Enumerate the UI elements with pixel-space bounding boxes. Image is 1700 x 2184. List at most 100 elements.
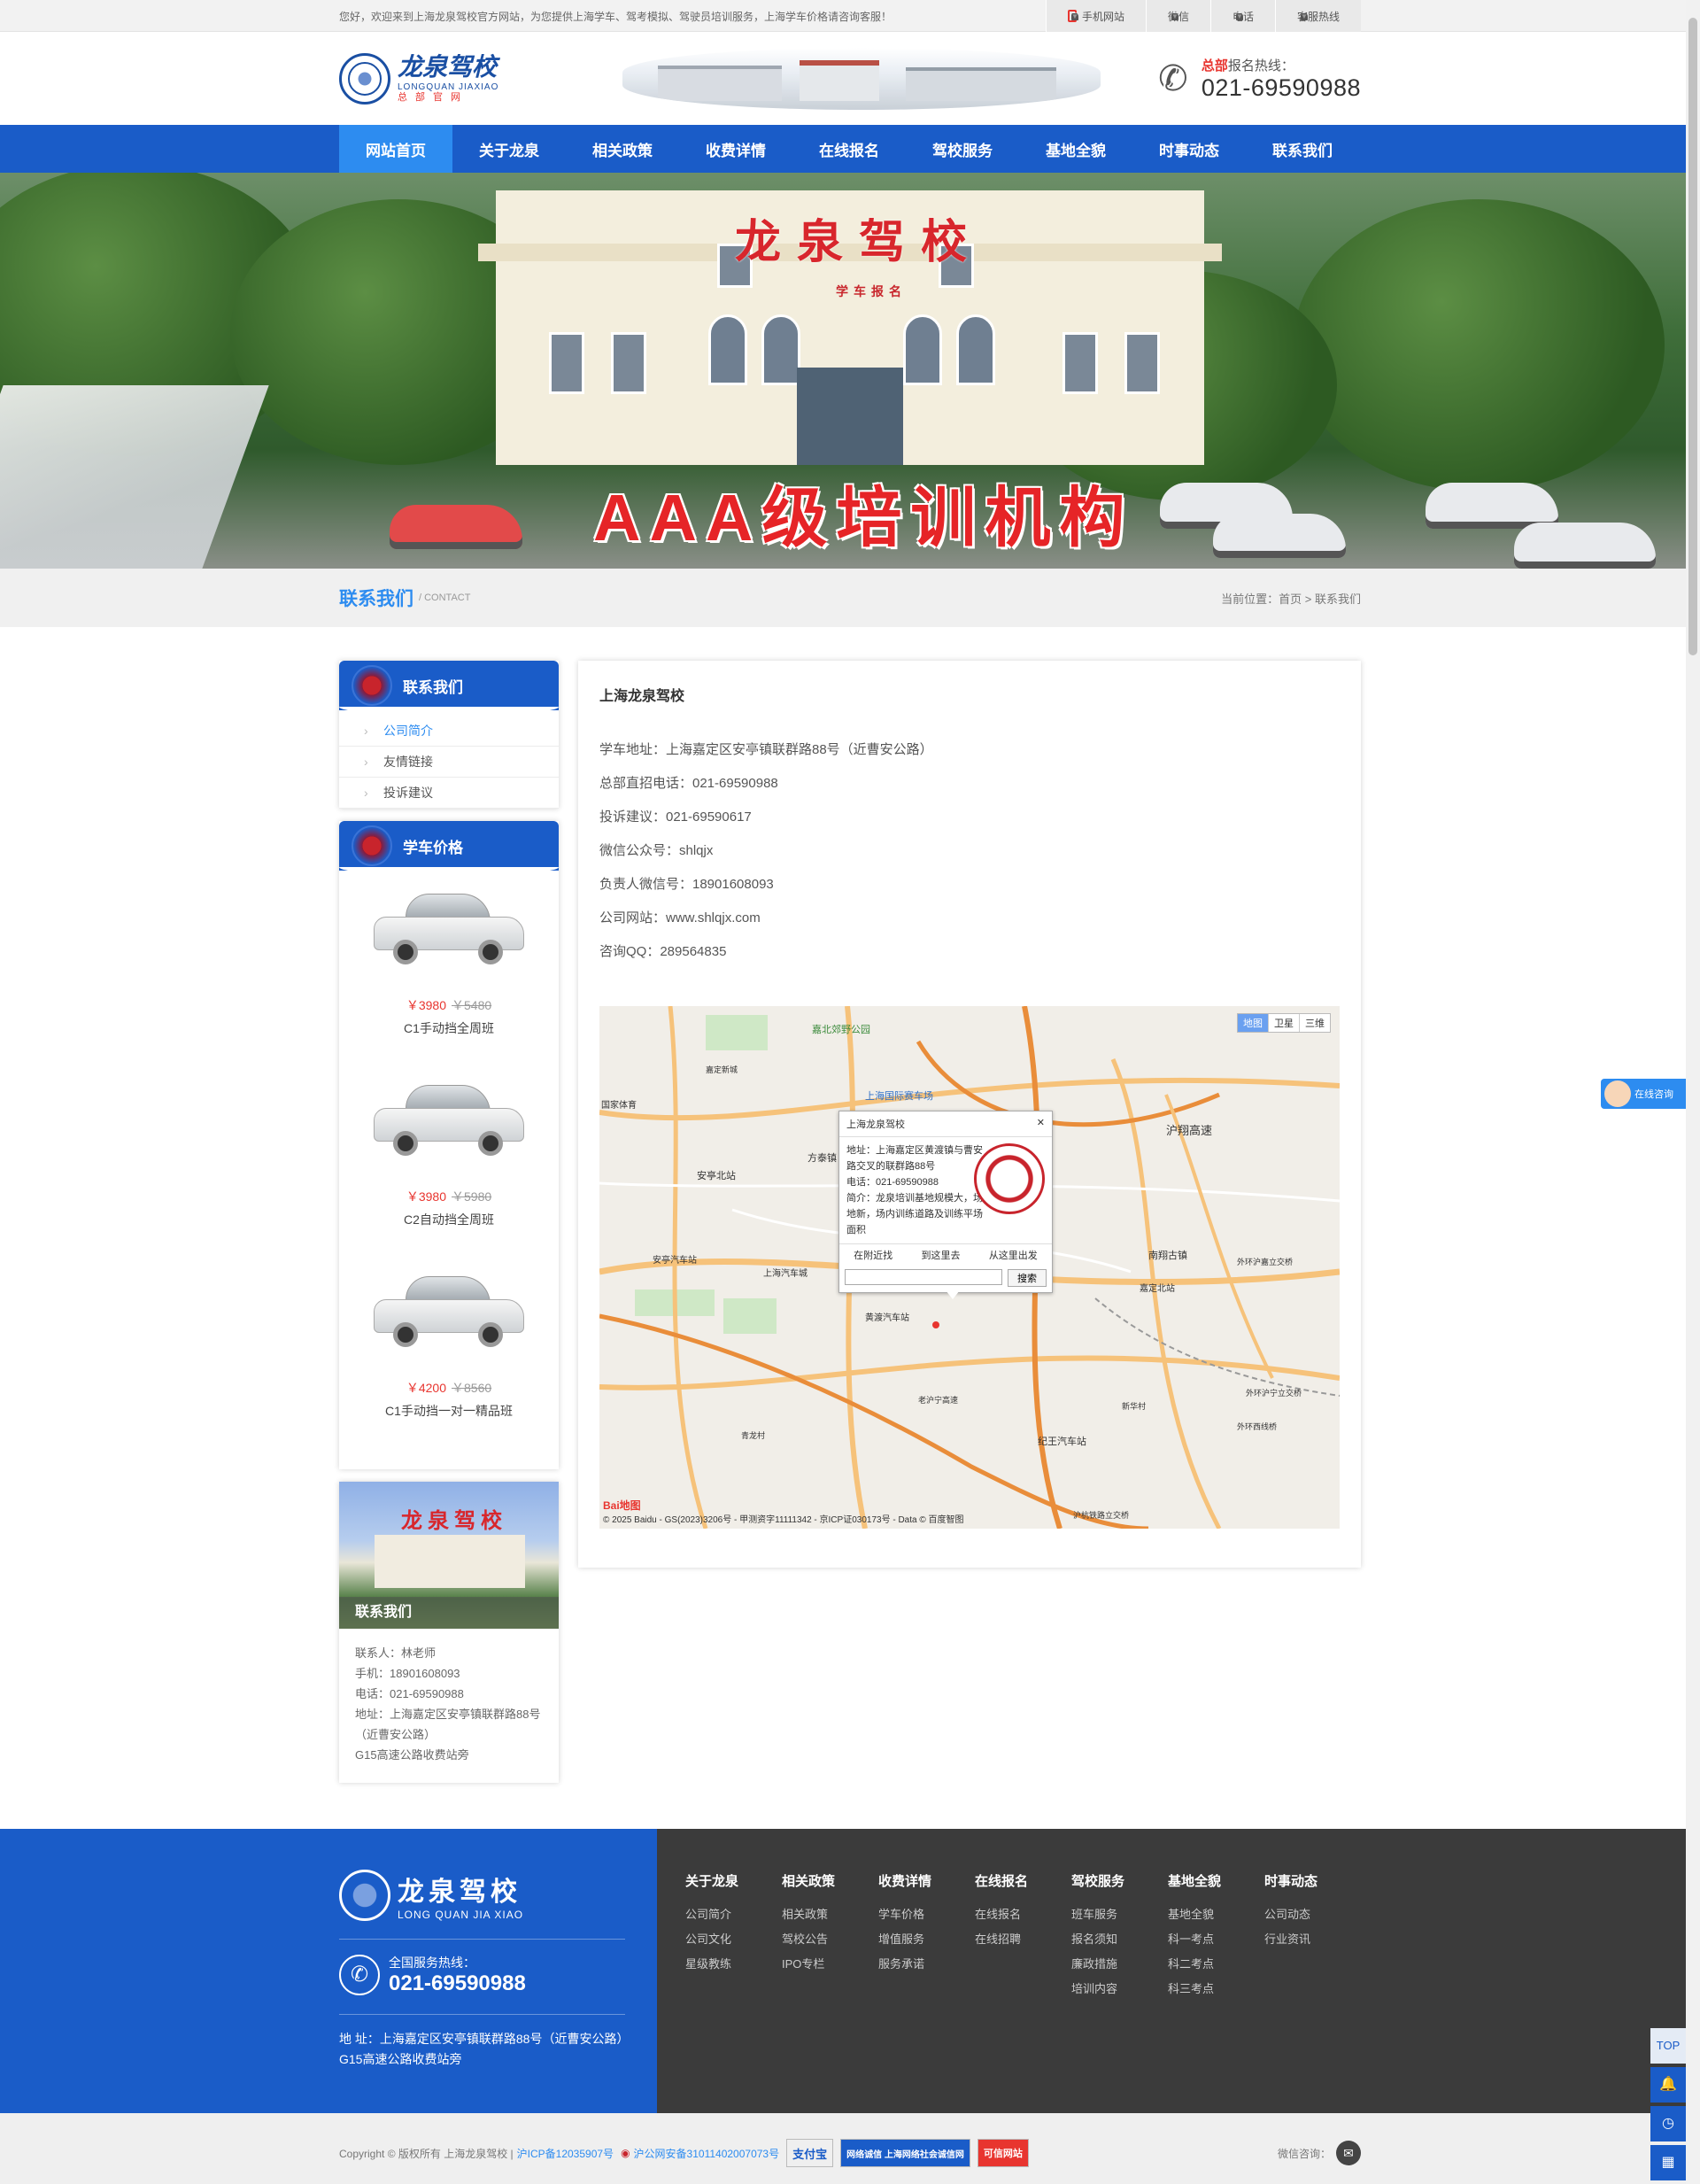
footer-link[interactable]: 报名须知	[1071, 1927, 1168, 1952]
footer-link[interactable]: 服务承诺	[878, 1952, 975, 1977]
footer-link[interactable]: 增值服务	[878, 1927, 975, 1952]
service-hotline-link[interactable]: 客服热线 ▼	[1274, 0, 1361, 32]
footer-link[interactable]: 星级教练	[685, 1952, 782, 1977]
welcome-text: 您好，欢迎来到上海龙泉驾校官方网站，为您提供上海学车、驾考模拟、驾驶员培训服务，…	[339, 10, 892, 23]
phone-link[interactable]: 电话 ▼	[1209, 0, 1275, 32]
nav-about[interactable]: 关于龙泉	[452, 125, 566, 173]
contact-line: 投诉建议：021-69590617	[599, 809, 752, 825]
nav-fees[interactable]: 收费详情	[679, 125, 792, 173]
school-seal-icon	[339, 1870, 390, 1921]
map-type-3d[interactable]: 三维	[1299, 1014, 1330, 1032]
footer-link[interactable]: 行业资讯	[1264, 1927, 1361, 1952]
sidebar-item-about[interactable]: 公司简介	[339, 716, 559, 747]
map-label: 外环西线桥	[1237, 1421, 1277, 1431]
footer-link[interactable]: 廉政措施	[1071, 1952, 1168, 1977]
sidebar-item-links[interactable]: 友情链接	[339, 747, 559, 778]
bottom-bar: Copyright © 版权所有 上海龙泉驾校 | 沪ICP备12035907号…	[0, 2113, 1700, 2184]
map-type-switch: 地图 卫星 三维	[1237, 1013, 1331, 1033]
map-search-button[interactable]: 搜索	[1008, 1269, 1047, 1287]
price-item[interactable]: ￥3980 ￥5980 C2自动挡全周班	[339, 1078, 559, 1269]
map-label: 安亭北站	[697, 1169, 736, 1181]
map-label: 国家体育	[601, 1099, 637, 1111]
scrollbar[interactable]	[1686, 0, 1700, 2184]
sidebar-item-complaint[interactable]: 投诉建议	[339, 778, 559, 809]
page-title: 联系我们	[339, 589, 413, 609]
footer-link[interactable]: 科一考点	[1168, 1927, 1264, 1952]
footer-link[interactable]: 公司文化	[685, 1927, 782, 1952]
trusted-site-badge[interactable]: 可信网站	[977, 2139, 1029, 2167]
footer-address: 地 址：上海嘉定区安亭镇联群路88号（近曹安公路）G15高速公路收费站旁	[339, 2032, 623, 2066]
icp-link[interactable]: 沪ICP备12035907号	[517, 2146, 614, 2161]
map-marker-icon[interactable]	[932, 1321, 939, 1328]
contact-line: 学车地址：上海嘉定区安亭镇联群路88号（近曹安公路）	[599, 742, 933, 757]
telephone-icon: ✆	[1158, 58, 1188, 98]
baidu-logo[interactable]: Bai地图	[603, 1498, 641, 1513]
footer-link[interactable]: 在线报名	[975, 1902, 1071, 1927]
footer-link[interactable]: 班车服务	[1071, 1902, 1168, 1927]
price-item[interactable]: ￥3980 ￥5480 C1手动挡全周班	[339, 887, 559, 1078]
site-footer: 龙泉驾校 LONG QUAN JIA XIAO ✆ 全国服务热线： 021-69…	[0, 1829, 1700, 2113]
qq-bell-icon[interactable]: 🔔	[1650, 2067, 1686, 2103]
nav-signup[interactable]: 在线报名	[792, 125, 906, 173]
police-record-link[interactable]: 沪公网安备31011402007073号	[634, 2146, 780, 2161]
mobile-site-link[interactable]: 手机网站 ▼	[1045, 0, 1146, 32]
price-item[interactable]: ￥4200 ￥8560 C1手动挡一对一精品班	[339, 1269, 559, 1460]
footer-link[interactable]: 相关政策	[782, 1902, 878, 1927]
footer-link[interactable]: 学车价格	[878, 1902, 975, 1927]
footer-link[interactable]: 公司动态	[1264, 1902, 1361, 1927]
footer-link[interactable]: IPO专栏	[782, 1952, 878, 1977]
back-to-top-button[interactable]: TOP	[1650, 2028, 1686, 2064]
hotline-number: 021-69590988	[1201, 74, 1361, 101]
site-logo[interactable]: 龙泉驾校 LONGQUAN JIAXIAO 总部官网	[339, 52, 605, 105]
top-bar: 您好，欢迎来到上海龙泉驾校官方网站，为您提供上海学车、驾考模拟、驾驶员培训服务，…	[0, 0, 1700, 32]
nav-news[interactable]: 时事动态	[1132, 125, 1246, 173]
online-consult-button[interactable]: 在线咨询	[1601, 1079, 1686, 1109]
nav-services[interactable]: 驾校服务	[906, 125, 1019, 173]
footer-link[interactable]: 科三考点	[1168, 1977, 1264, 2002]
contact-line: 咨询QQ：289564835	[599, 944, 727, 959]
map-label: 老沪宁高速	[918, 1395, 958, 1405]
close-icon[interactable]: ✕	[1037, 1117, 1045, 1131]
map-type-map[interactable]: 地图	[1238, 1014, 1268, 1032]
clock-icon[interactable]: ◷	[1650, 2106, 1686, 2141]
parked-car	[1514, 523, 1656, 569]
nav-policy[interactable]: 相关政策	[566, 125, 679, 173]
chevron-down-icon: ▼	[1070, 12, 1078, 20]
map-type-satellite[interactable]: 卫星	[1268, 1014, 1299, 1032]
start-here-link[interactable]: 从这里出发	[989, 1248, 1038, 1262]
floating-toolbar: TOP 🔔 ◷ ▦	[1650, 2028, 1686, 2184]
wechat-icon[interactable]: ✉	[1336, 2141, 1361, 2165]
qrcode-icon[interactable]: ▦	[1650, 2145, 1686, 2180]
parking-canopy	[0, 385, 269, 569]
footer-link[interactable]: 公司简介	[685, 1902, 782, 1927]
service-avatar	[1604, 1080, 1631, 1107]
nav-contact[interactable]: 联系我们	[1246, 125, 1359, 173]
integrity-badge[interactable]: 网络诚信 上海网络社会诚信网	[840, 2139, 970, 2167]
map-label: 纪王汽车站	[1038, 1435, 1086, 1447]
copyright: Copyright © 版权所有 上海龙泉驾校 |	[339, 2147, 514, 2160]
breadcrumb[interactable]: 当前位置：首页 > 联系我们	[1221, 590, 1361, 607]
map-search-input[interactable]	[845, 1269, 1002, 1285]
footer-link[interactable]: 培训内容	[1071, 1977, 1168, 2002]
map-label: 沪翔高速	[1166, 1124, 1212, 1137]
map-label: 黄渡汽车站	[865, 1312, 909, 1323]
top-links: 手机网站 ▼ 微信 ▼ 电话 ▼ 客服热线 ▼	[1045, 0, 1361, 32]
nav-home[interactable]: 网站首页	[339, 125, 452, 173]
footer-link[interactable]: 科二考点	[1168, 1952, 1264, 1977]
chevron-down-icon: ▼	[1235, 12, 1243, 20]
nav-campus[interactable]: 基地全貌	[1019, 125, 1132, 173]
map-label: 新华村	[1122, 1401, 1146, 1411]
search-nearby-link[interactable]: 在附近找	[854, 1248, 892, 1262]
footer-link[interactable]: 在线招聘	[975, 1927, 1071, 1952]
contact-card-image: 龙泉驾校 联系我们	[339, 1482, 559, 1629]
school-seal-icon	[339, 52, 390, 105]
go-here-link[interactable]: 到这里去	[921, 1248, 960, 1262]
footer-link[interactable]: 驾校公告	[782, 1927, 878, 1952]
footer-link[interactable]: 基地全貌	[1168, 1902, 1264, 1927]
header-hotline: ✆ 总部报名热线： 021-69590988	[1154, 56, 1361, 102]
taxi-car-image	[374, 1269, 524, 1349]
content-title: 上海龙泉驾校	[599, 689, 685, 704]
wechat-link[interactable]: 微信 ▼	[1145, 0, 1210, 32]
alipay-badge[interactable]: 支付宝	[786, 2139, 834, 2167]
baidu-map[interactable]: 嘉北郊野公园 上海国际赛车场 安亭北站 方泰镇 沪翔高速 安亭汽车站 上海汽车城…	[599, 1006, 1340, 1529]
